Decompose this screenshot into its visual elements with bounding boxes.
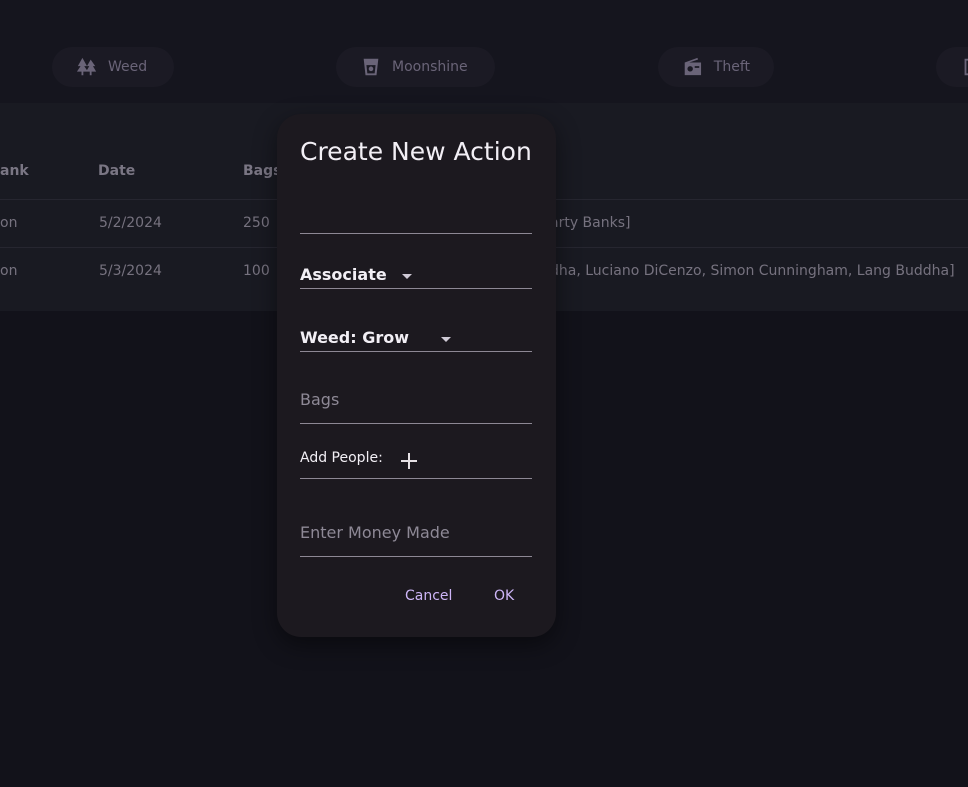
- money-input[interactable]: Enter Money Made: [300, 509, 532, 557]
- name-field[interactable]: [300, 194, 532, 234]
- dialog-title: Create New Action: [300, 137, 532, 166]
- bags-input[interactable]: Bags: [300, 378, 532, 424]
- rank-select[interactable]: Associate: [300, 254, 532, 289]
- ok-button[interactable]: OK: [494, 588, 514, 604]
- create-action-dialog: Create New Action Associate Weed: Grow B…: [277, 114, 556, 637]
- plus-icon[interactable]: [400, 452, 418, 470]
- add-people-row: Add People:: [300, 442, 532, 479]
- add-people-label: Add People:: [300, 450, 383, 466]
- chevron-down-icon: [441, 337, 451, 342]
- bags-placeholder: Bags: [300, 390, 340, 409]
- money-placeholder: Enter Money Made: [300, 523, 450, 542]
- action-type-select[interactable]: Weed: Grow: [300, 317, 532, 352]
- rank-select-value: Associate: [300, 265, 387, 284]
- cancel-button[interactable]: Cancel: [405, 588, 452, 604]
- chevron-down-icon: [402, 274, 412, 279]
- action-type-value: Weed: Grow: [300, 328, 409, 347]
